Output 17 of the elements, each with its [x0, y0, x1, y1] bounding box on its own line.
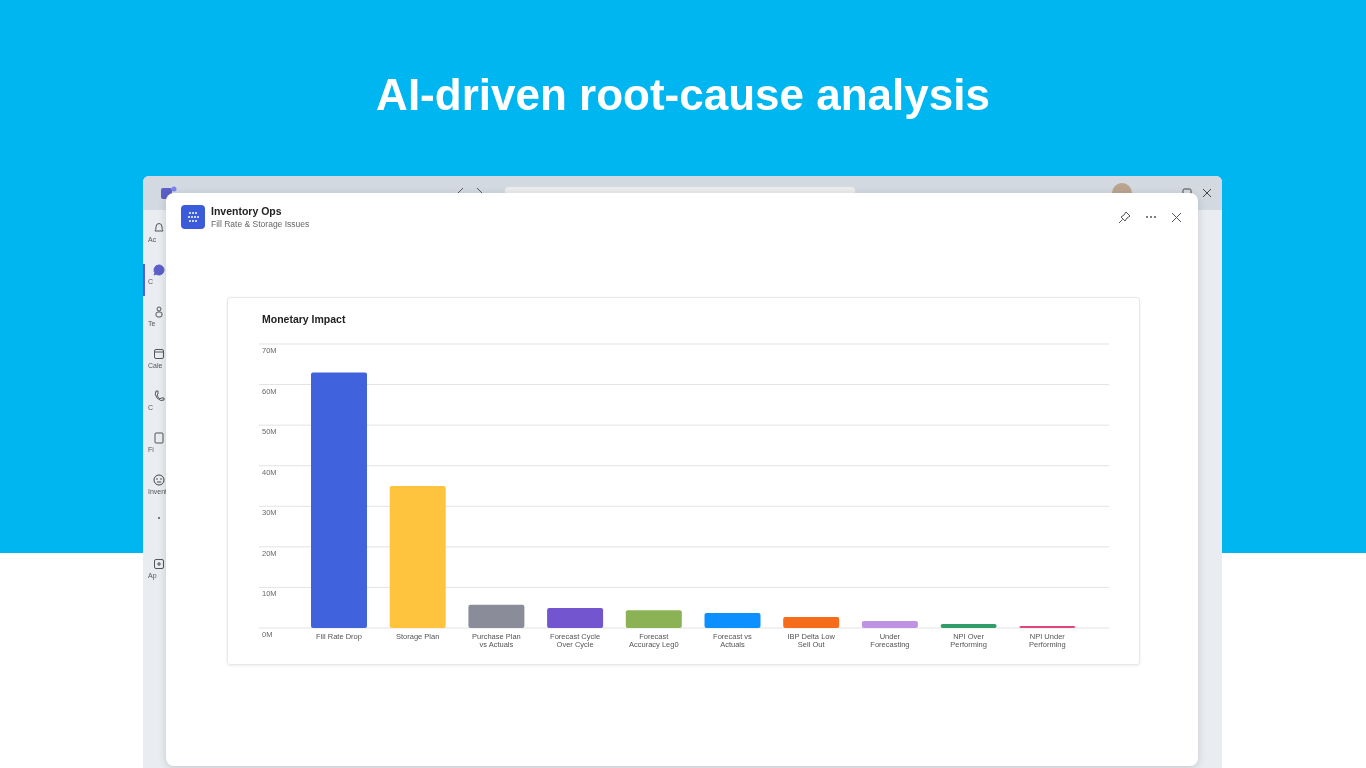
- people-icon: [153, 306, 165, 318]
- chat-icon: [153, 264, 165, 276]
- headline: AI-driven root-cause analysis: [376, 69, 990, 121]
- file-icon: [153, 432, 165, 444]
- close-icon[interactable]: [1202, 188, 1212, 198]
- dialog-subtitle: Fill Rate & Storage Issues: [211, 219, 310, 229]
- close-icon[interactable]: [1171, 211, 1182, 223]
- chart-title: Monetary Impact: [262, 313, 346, 325]
- calendar-icon: [153, 348, 165, 360]
- app-icon: [181, 205, 205, 229]
- apps-icon: [153, 558, 165, 570]
- more-options-icon[interactable]: [1145, 215, 1157, 219]
- dialog-title: Inventory Ops: [211, 205, 283, 217]
- bell-icon: [153, 222, 165, 234]
- smile-icon: [153, 474, 165, 486]
- phone-icon: [153, 390, 165, 402]
- pin-icon[interactable]: [1118, 210, 1131, 224]
